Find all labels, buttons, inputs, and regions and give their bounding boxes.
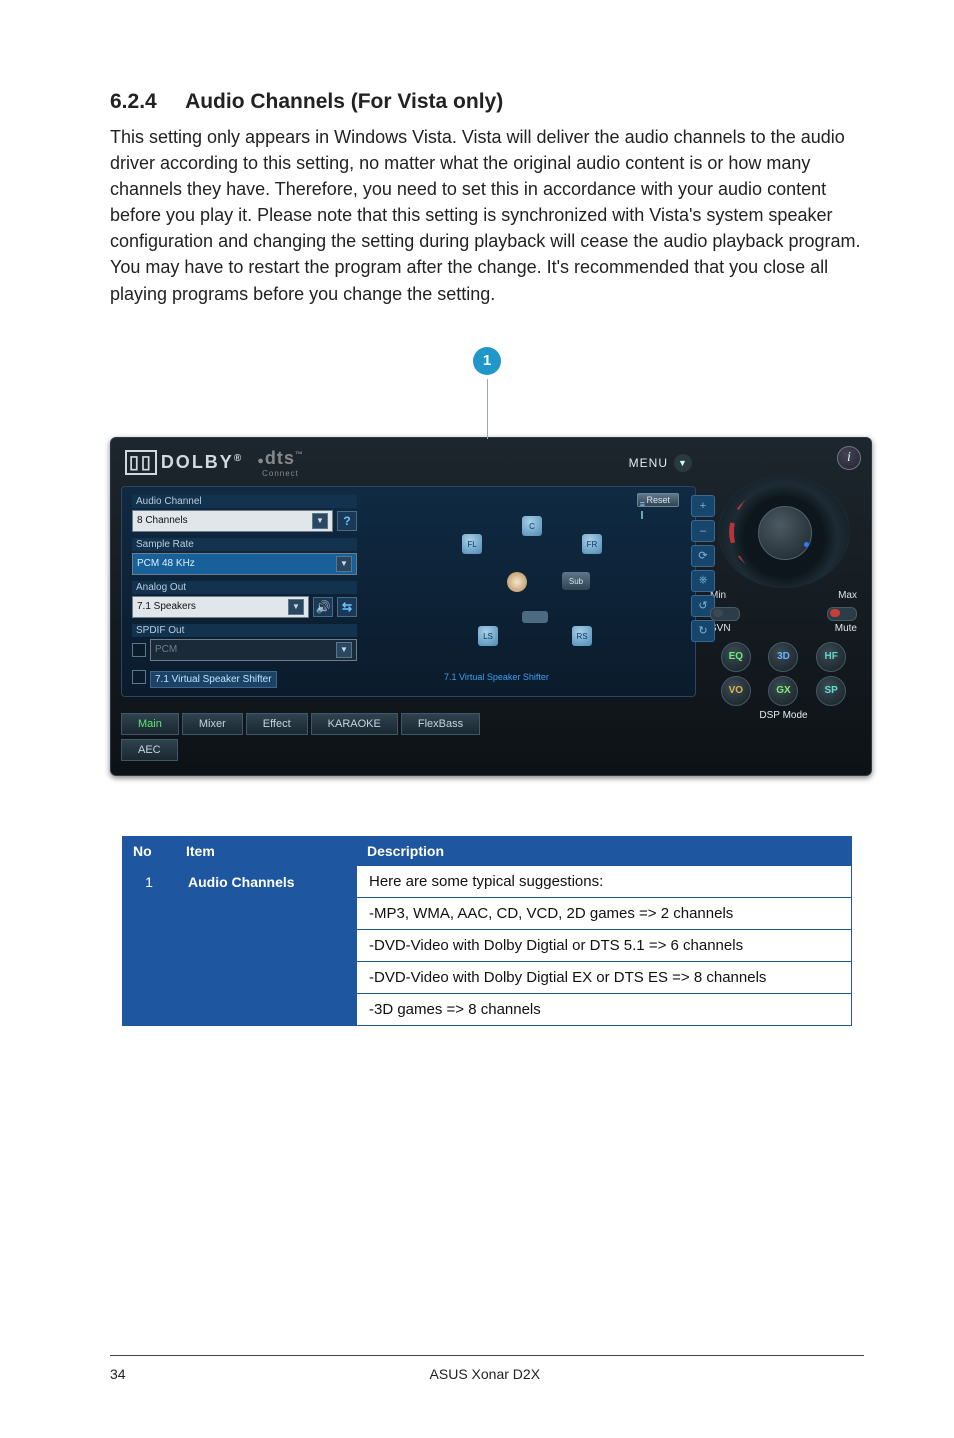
spdif-out-select[interactable]: PCM ▼ [150, 639, 357, 661]
dsp-chip[interactable]: EQ [721, 642, 751, 672]
dsp-chip[interactable]: GX [768, 676, 798, 706]
swap-icon[interactable]: ⇆ [337, 597, 357, 617]
chevron-down-icon: ▼ [336, 556, 352, 572]
rotate-button[interactable]: ⟳ [691, 545, 715, 567]
tab-flexbass[interactable]: FlexBass [401, 713, 480, 735]
speaker-fl[interactable]: FL [462, 534, 482, 554]
dts-logo: ●dts™ Connect [257, 448, 304, 478]
product-name: ASUS Xonar D2X [430, 1366, 541, 1382]
info-icon[interactable]: i [837, 446, 861, 470]
vss-label: 7.1 Virtual Speaker Shifter [150, 671, 277, 688]
section-heading: 6.2.4 Audio Channels (For Vista only) [110, 90, 864, 114]
tab-karaoke[interactable]: KARAOKE [311, 713, 398, 735]
callout-leader [487, 379, 488, 439]
volume-knob[interactable] [718, 476, 850, 588]
spdif-out-label: SPDIF Out [132, 624, 357, 637]
speaker-stage: FL C FR Sub LS RS 7.1 Virtual Speaker Sh… [422, 516, 632, 666]
audio-channel-label: Audio Channel [132, 495, 357, 508]
dolby-logo: ▯▯DOLBY® [125, 450, 243, 475]
sample-rate-select[interactable]: PCM 48 KHz ▼ [132, 553, 357, 575]
row-item: Audio Channels [176, 865, 357, 1025]
vss-checkbox[interactable] [132, 670, 146, 684]
speaker-icon[interactable]: 🔊 [313, 597, 333, 617]
vol-max-label: Max [838, 590, 857, 601]
tab-main[interactable]: Main [121, 713, 179, 735]
desc-line: -DVD-Video with Dolby Digtial or DTS 5.1… [357, 929, 851, 961]
audio-channel-select[interactable]: 8 Channels ▼ [132, 510, 333, 532]
speaker-sub[interactable]: Sub [562, 572, 590, 590]
stage-caption: 7.1 Virtual Speaker Shifter [444, 672, 549, 682]
dsp-chip[interactable]: HF [816, 642, 846, 672]
dsp-chip[interactable]: VO [721, 676, 751, 706]
analog-out-select[interactable]: 7.1 Speakers ▼ [132, 596, 309, 618]
dsp-chip[interactable]: SP [816, 676, 846, 706]
svn-switch[interactable] [710, 607, 740, 621]
footer-rule [110, 1355, 864, 1356]
zoom-in-button[interactable]: + [691, 495, 715, 517]
dsp-chip[interactable]: 3D [768, 642, 798, 672]
chevron-down-icon: ▼ [288, 599, 304, 615]
row-no: 1 [123, 865, 176, 1025]
chevron-down-icon: ▼ [312, 513, 328, 529]
chevron-down-icon: ▼ [336, 642, 352, 658]
desc-line: -DVD-Video with Dolby Digtial EX or DTS … [357, 961, 851, 993]
menu-button[interactable]: MENU ▼ [629, 454, 692, 472]
tab-aec[interactable]: AEC [121, 739, 178, 761]
mute-label: Mute [835, 623, 857, 634]
tab-effect[interactable]: Effect [246, 713, 308, 735]
analog-out-label: Analog Out [132, 581, 357, 594]
th-no: No [123, 836, 176, 865]
section-title-text: Audio Channels (For Vista only) [185, 90, 503, 113]
chevron-down-icon: ▼ [674, 454, 692, 472]
section-number: 6.2.4 [110, 90, 180, 114]
cw-button[interactable]: ↻ [691, 620, 715, 642]
th-desc: Description [357, 836, 852, 865]
audio-panel: ▯▯DOLBY® ●dts™ Connect MENU ▼ Audio Chan… [110, 437, 872, 776]
speaker-rs[interactable]: RS [572, 626, 592, 646]
zoom-out-button[interactable]: – [691, 520, 715, 542]
vertical-slider[interactable]: ≡ [640, 499, 645, 519]
speaker-ls[interactable]: LS [478, 626, 498, 646]
help-button[interactable]: ? [337, 511, 357, 531]
section-paragraph: This setting only appears in Windows Vis… [110, 124, 864, 307]
callout-badge: 1 [473, 347, 501, 375]
speaker-fr[interactable]: FR [582, 534, 602, 554]
description-table: No Item Description 1 Audio Channels Her… [122, 836, 852, 1026]
desc-line: -MP3, WMA, AAC, CD, VCD, 2D games => 2 c… [357, 897, 851, 929]
tab-mixer[interactable]: Mixer [182, 713, 243, 735]
option-button[interactable]: ⎈ [691, 570, 715, 592]
th-item: Item [176, 836, 357, 865]
desc-line: Here are some typical suggestions: [357, 866, 851, 897]
listener-icon[interactable] [507, 572, 527, 592]
sample-rate-label: Sample Rate [132, 538, 357, 551]
speaker-c[interactable]: C [522, 516, 542, 536]
page-number: 34 [110, 1366, 126, 1382]
dsp-mode-label: DSP Mode [706, 710, 861, 721]
desc-line: -3D games => 8 channels [357, 993, 851, 1025]
speaker-bar[interactable] [522, 611, 548, 623]
mute-switch[interactable] [827, 607, 857, 621]
spdif-checkbox[interactable] [132, 643, 146, 657]
